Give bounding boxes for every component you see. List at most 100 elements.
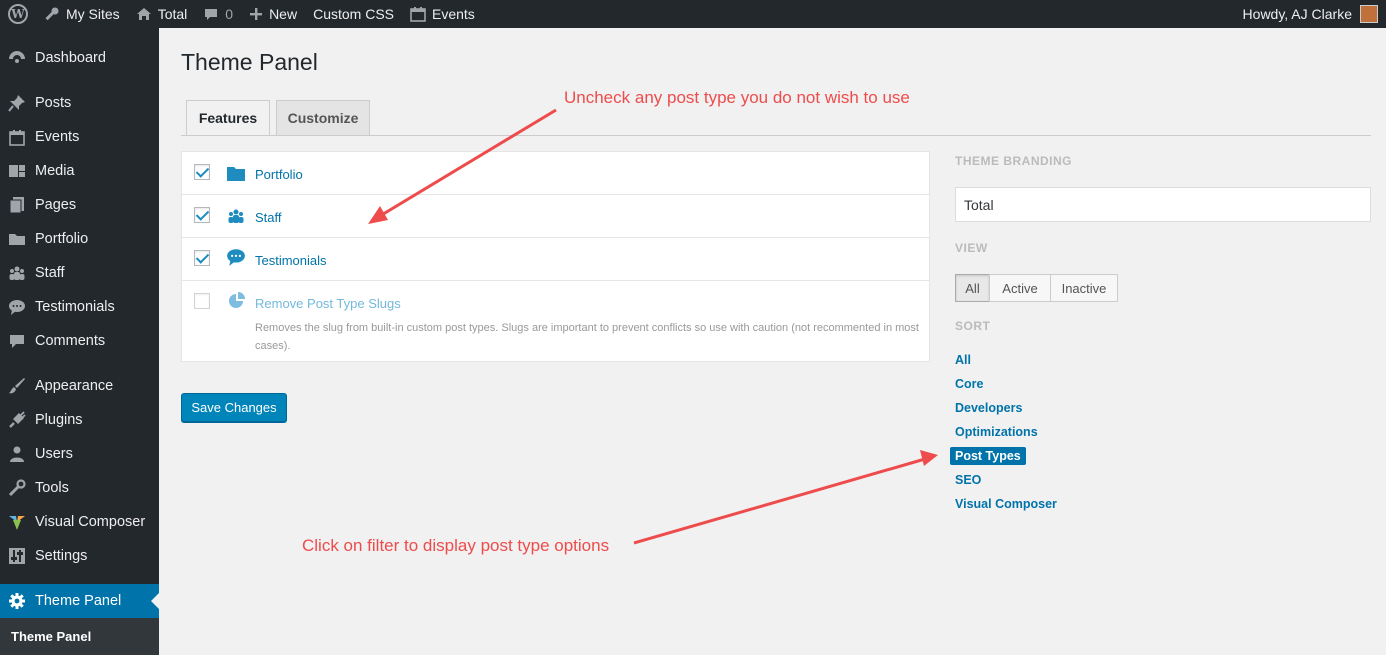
arrow-to-post-types-head xyxy=(920,450,938,466)
feature-description: Removes the slug from built-in custom po… xyxy=(255,322,919,352)
user-icon xyxy=(7,444,27,464)
sidebar-item-events[interactable]: Events xyxy=(0,120,159,154)
home-icon xyxy=(136,8,151,20)
testimonials-checkbox[interactable] xyxy=(194,250,210,266)
plug-icon xyxy=(7,410,27,430)
sort-post-types-link[interactable]: Post Types xyxy=(950,447,1026,465)
sort-optimizations-link[interactable]: Optimizations xyxy=(955,425,1038,439)
sort-developers-link[interactable]: Developers xyxy=(955,401,1022,415)
sidebar-item-tools[interactable]: Tools xyxy=(0,471,159,505)
portfolio-checkbox[interactable] xyxy=(194,164,210,180)
staff-checkbox[interactable] xyxy=(194,207,210,223)
sidebar-item-label: Users xyxy=(35,446,73,462)
theme-branding-input[interactable] xyxy=(955,187,1371,222)
avatar xyxy=(1360,5,1378,23)
events-menu[interactable]: Events xyxy=(402,0,483,28)
custom-css-link[interactable]: Custom CSS xyxy=(305,0,402,28)
sidebar-item-label: Posts xyxy=(35,95,72,111)
sidebar-item-label: Settings xyxy=(35,548,88,564)
sidebar-item-posts[interactable]: Posts xyxy=(0,86,159,120)
my-sites-label: My Sites xyxy=(66,6,120,22)
comments-count: 0 xyxy=(225,6,234,22)
dashboard-icon xyxy=(7,48,27,68)
sidebar-item-label: Dashboard xyxy=(35,50,106,66)
folder-icon xyxy=(7,229,27,249)
submenu-item-theme-panel[interactable]: Theme Panel xyxy=(0,618,159,655)
wrench-icon xyxy=(7,478,27,498)
list-item: Testimonials xyxy=(182,238,929,281)
sidebar-item-theme-panel[interactable]: Theme Panel xyxy=(0,584,159,618)
account-menu[interactable]: Howdy, AJ Clarke xyxy=(1235,0,1386,28)
sidebar-item-label: Pages xyxy=(35,197,77,213)
feature-label[interactable]: Remove Post Type Slugs xyxy=(255,296,401,311)
view-all-button[interactable]: All xyxy=(955,274,990,302)
sidebar-item-label: Testimonials xyxy=(35,299,115,315)
media-icon xyxy=(7,161,27,181)
plus-icon xyxy=(250,8,263,20)
calendar-icon xyxy=(410,7,426,22)
feature-label[interactable]: Portfolio xyxy=(255,167,303,182)
events-label: Events xyxy=(432,6,475,22)
sidebar-item-appearance[interactable]: Appearance xyxy=(0,369,159,403)
wordpress-logo-icon: W xyxy=(8,4,28,24)
gear-icon xyxy=(7,591,27,611)
group-icon xyxy=(226,206,246,226)
brush-icon xyxy=(7,376,27,396)
sort-visual-composer-link[interactable]: Visual Composer xyxy=(955,497,1057,511)
sidebar-item-testimonials[interactable]: Testimonials xyxy=(0,290,159,324)
tab-customize[interactable]: Customize xyxy=(276,100,370,136)
vc-icon xyxy=(7,512,27,532)
sidebar-item-label: Theme Panel xyxy=(35,593,122,609)
branding-heading: THEME BRANDING xyxy=(955,154,1072,168)
wordpress-logo-button[interactable]: W xyxy=(0,0,36,28)
sidebar-item-label: Portfolio xyxy=(35,231,89,247)
view-active-button[interactable]: Active xyxy=(989,274,1051,302)
sidebar-item-plugins[interactable]: Plugins xyxy=(0,403,159,437)
feature-label[interactable]: Testimonials xyxy=(255,253,327,268)
new-content-menu[interactable]: New xyxy=(241,0,305,28)
sort-heading: SORT xyxy=(955,319,991,333)
folder-icon xyxy=(226,163,246,183)
sort-core-link[interactable]: Core xyxy=(955,377,983,391)
sidebar-item-staff[interactable]: Staff xyxy=(0,256,159,290)
page-title: Theme Panel xyxy=(181,49,318,75)
sidebar-item-label: Appearance xyxy=(35,378,114,394)
annotation-uncheck: Uncheck any post type you do not wish to… xyxy=(564,88,910,107)
group-icon xyxy=(7,263,27,283)
greeting-label: Howdy, AJ Clarke xyxy=(1242,6,1352,22)
save-changes-button[interactable]: Save Changes xyxy=(181,393,287,422)
sidebar-item-label: Visual Composer xyxy=(35,514,146,530)
features-list: Portfolio Staff Testimonials Remove Post… xyxy=(181,151,930,362)
sort-all-link[interactable]: All xyxy=(955,353,971,367)
settings-icon xyxy=(7,546,27,566)
list-item: Staff xyxy=(182,195,929,238)
site-name-label: Total xyxy=(157,6,188,22)
sidebar-item-visual-composer[interactable]: Visual Composer xyxy=(0,505,159,539)
sidebar-item-portfolio[interactable]: Portfolio xyxy=(0,222,159,256)
sidebar-item-comments[interactable]: Comments xyxy=(0,324,159,358)
remove-slugs-checkbox[interactable] xyxy=(194,293,210,309)
admin-sidebar: Dashboard Posts Events Media Pages Portf… xyxy=(0,28,159,655)
sort-seo-link[interactable]: SEO xyxy=(955,473,981,487)
tab-features[interactable]: Features xyxy=(186,100,270,136)
annotation-filter: Click on filter to display post type opt… xyxy=(302,536,610,555)
sidebar-item-dashboard[interactable]: Dashboard xyxy=(0,41,159,75)
site-name-menu[interactable]: Total xyxy=(128,0,196,28)
sidebar-item-label: Staff xyxy=(35,265,65,281)
comment-icon xyxy=(205,9,218,20)
arrow-to-post-types xyxy=(633,457,926,545)
sidebar-item-pages[interactable]: Pages xyxy=(0,188,159,222)
sidebar-item-settings[interactable]: Settings xyxy=(0,539,159,573)
view-heading: VIEW xyxy=(955,241,988,255)
feature-label[interactable]: Staff xyxy=(255,210,282,225)
calendar-icon xyxy=(7,127,27,147)
sidebar-item-label: Tools xyxy=(35,480,69,496)
sidebar-item-users[interactable]: Users xyxy=(0,437,159,471)
comments-menu[interactable]: 0 xyxy=(195,0,241,28)
my-sites-menu[interactable]: My Sites xyxy=(36,0,128,28)
list-item: Remove Post Type Slugs Removes the slug … xyxy=(182,281,929,361)
view-inactive-button[interactable]: Inactive xyxy=(1050,274,1118,302)
pie-icon xyxy=(226,291,246,311)
sidebar-item-media[interactable]: Media xyxy=(0,154,159,188)
pin-icon xyxy=(7,93,27,113)
